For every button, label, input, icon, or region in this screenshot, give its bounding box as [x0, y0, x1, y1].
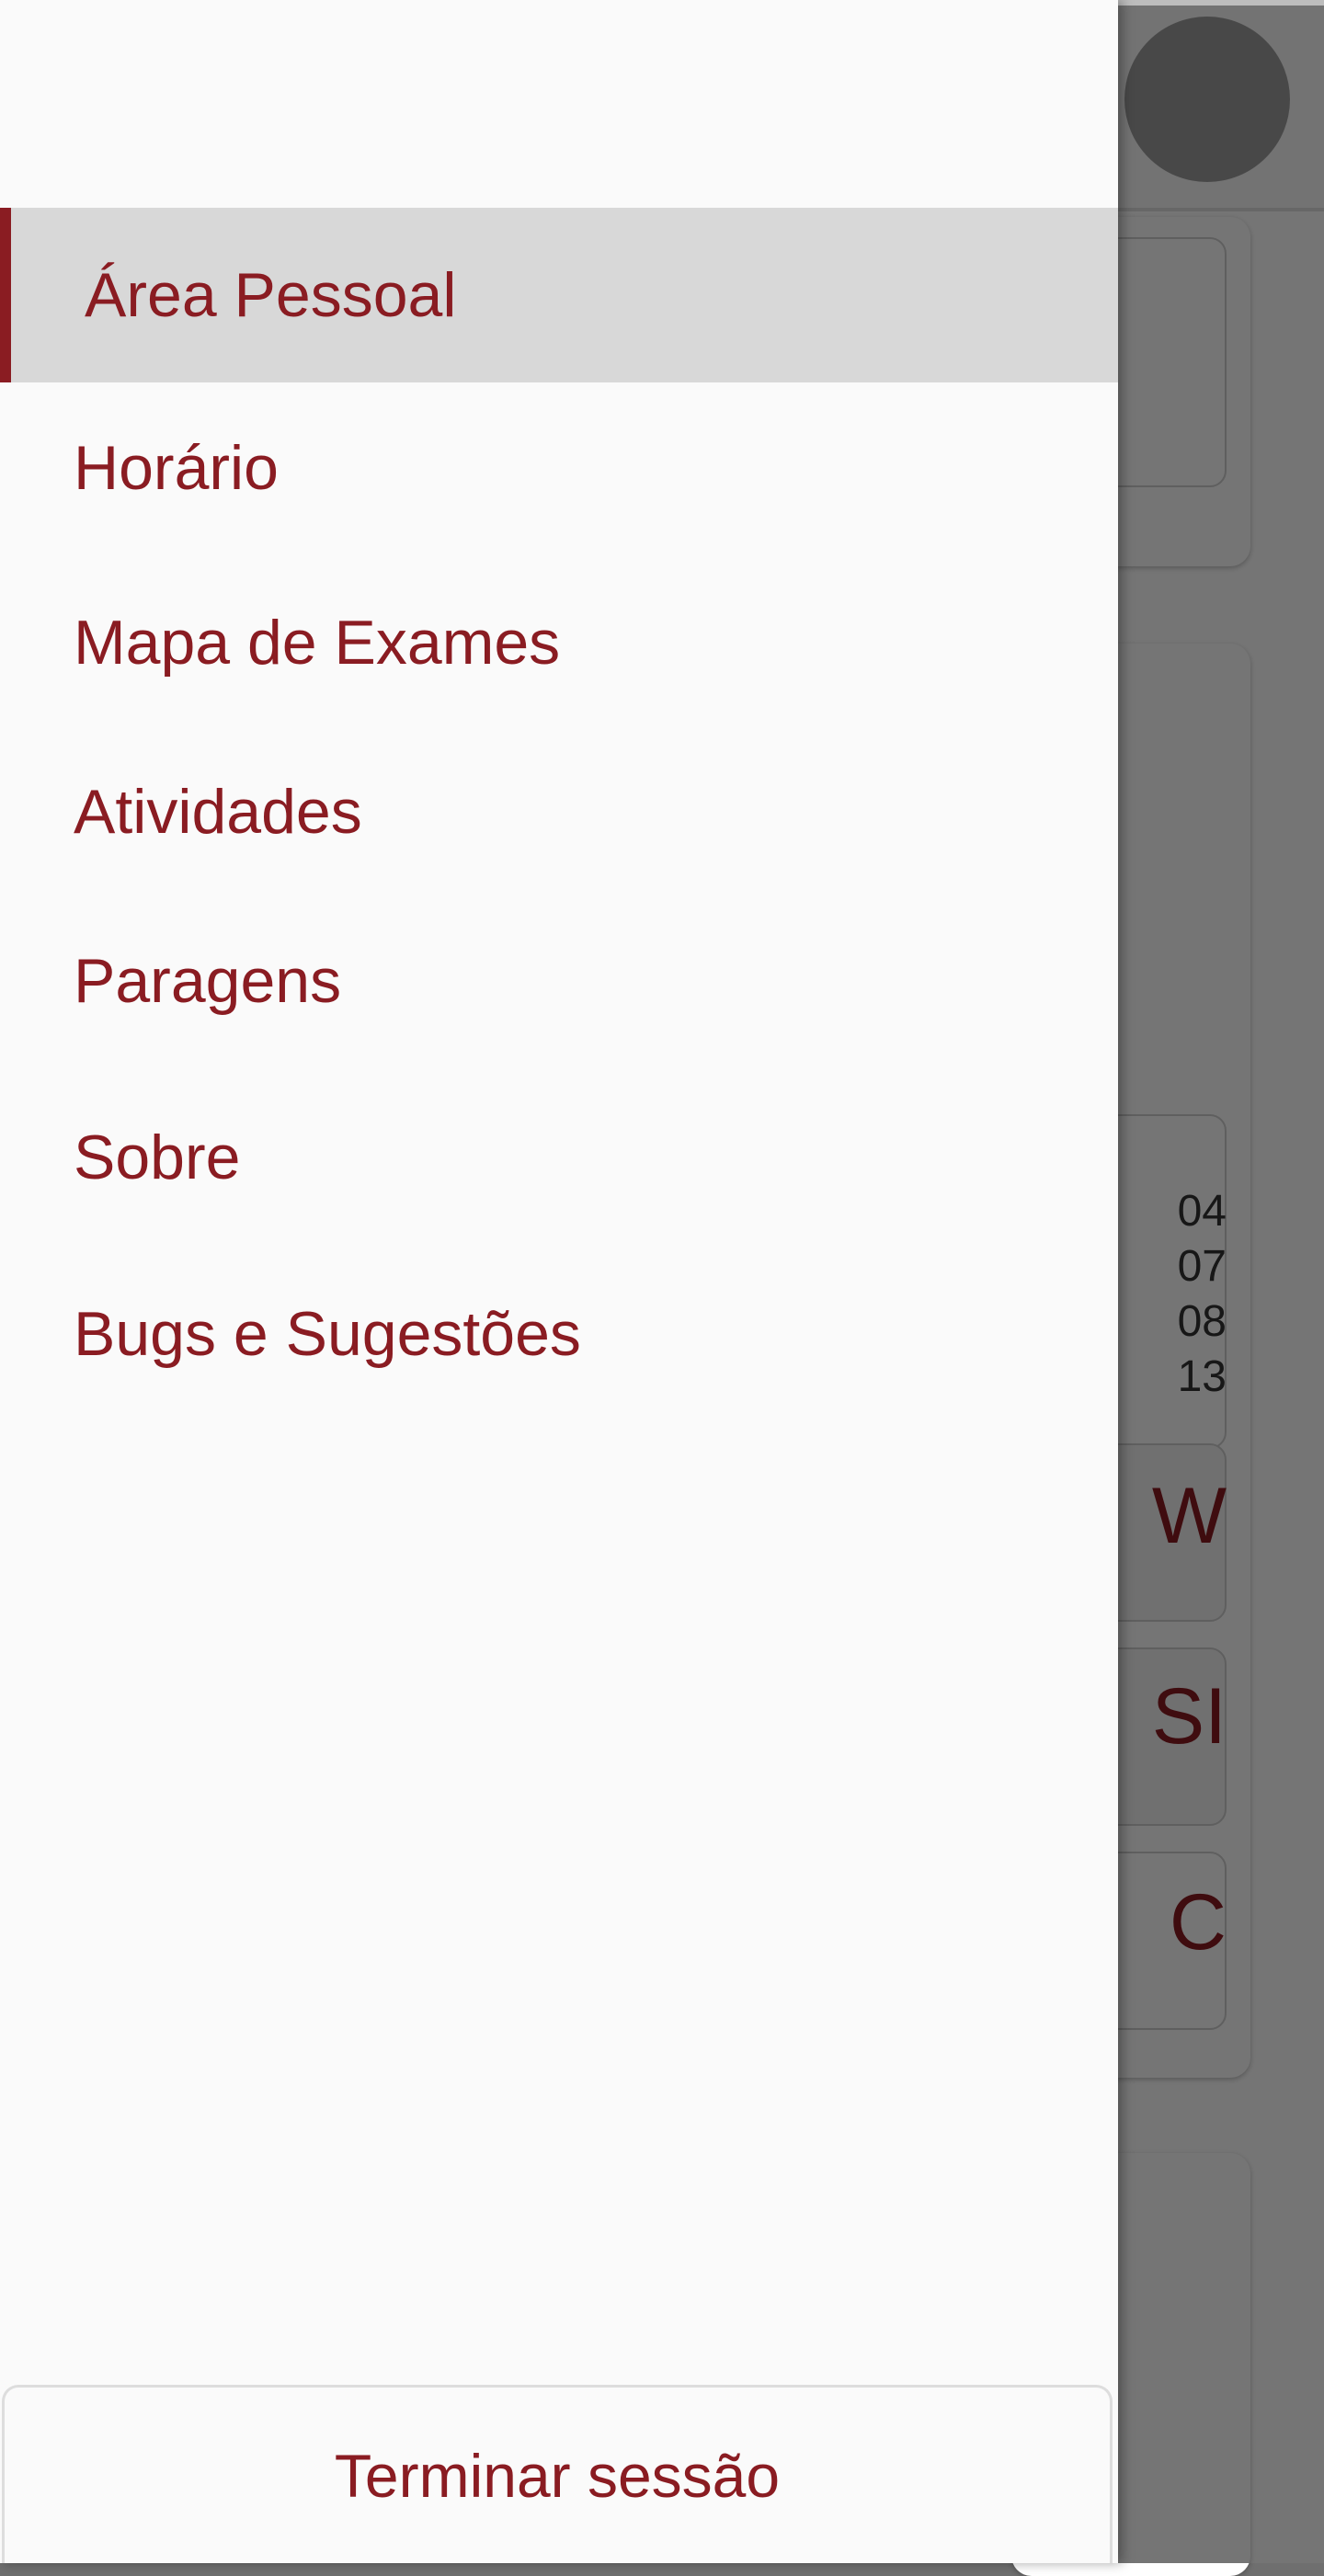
nav-item-label: Bugs e Sugestões: [74, 1299, 581, 1369]
nav-item-atividades[interactable]: Atividades: [0, 724, 1118, 899]
nav-item-label: Atividades: [74, 777, 362, 847]
nav-item-label: Área Pessoal: [85, 260, 457, 330]
nav-item-mapa-de-exames[interactable]: Mapa de Exames: [0, 555, 1118, 730]
nav-item-sobre[interactable]: Sobre: [0, 1070, 1118, 1245]
navigation-drawer: Área Pessoal Horário Mapa de Exames Ativ…: [0, 0, 1118, 2563]
nav-item-area-pessoal[interactable]: Área Pessoal: [0, 208, 1118, 382]
nav-item-label: Horário: [74, 433, 279, 503]
nav-item-bugs-e-sugestoes[interactable]: Bugs e Sugestões: [0, 1247, 1118, 1421]
logout-button[interactable]: Terminar sessão: [2, 2385, 1113, 2563]
nav-item-paragens[interactable]: Paragens: [0, 894, 1118, 1068]
logout-label: Terminar sessão: [334, 2441, 781, 2510]
nav-item-label: Mapa de Exames: [74, 608, 561, 678]
nav-item-horario[interactable]: Horário: [0, 381, 1118, 555]
nav-item-label: Sobre: [74, 1123, 241, 1192]
nav-item-label: Paragens: [74, 946, 342, 1016]
